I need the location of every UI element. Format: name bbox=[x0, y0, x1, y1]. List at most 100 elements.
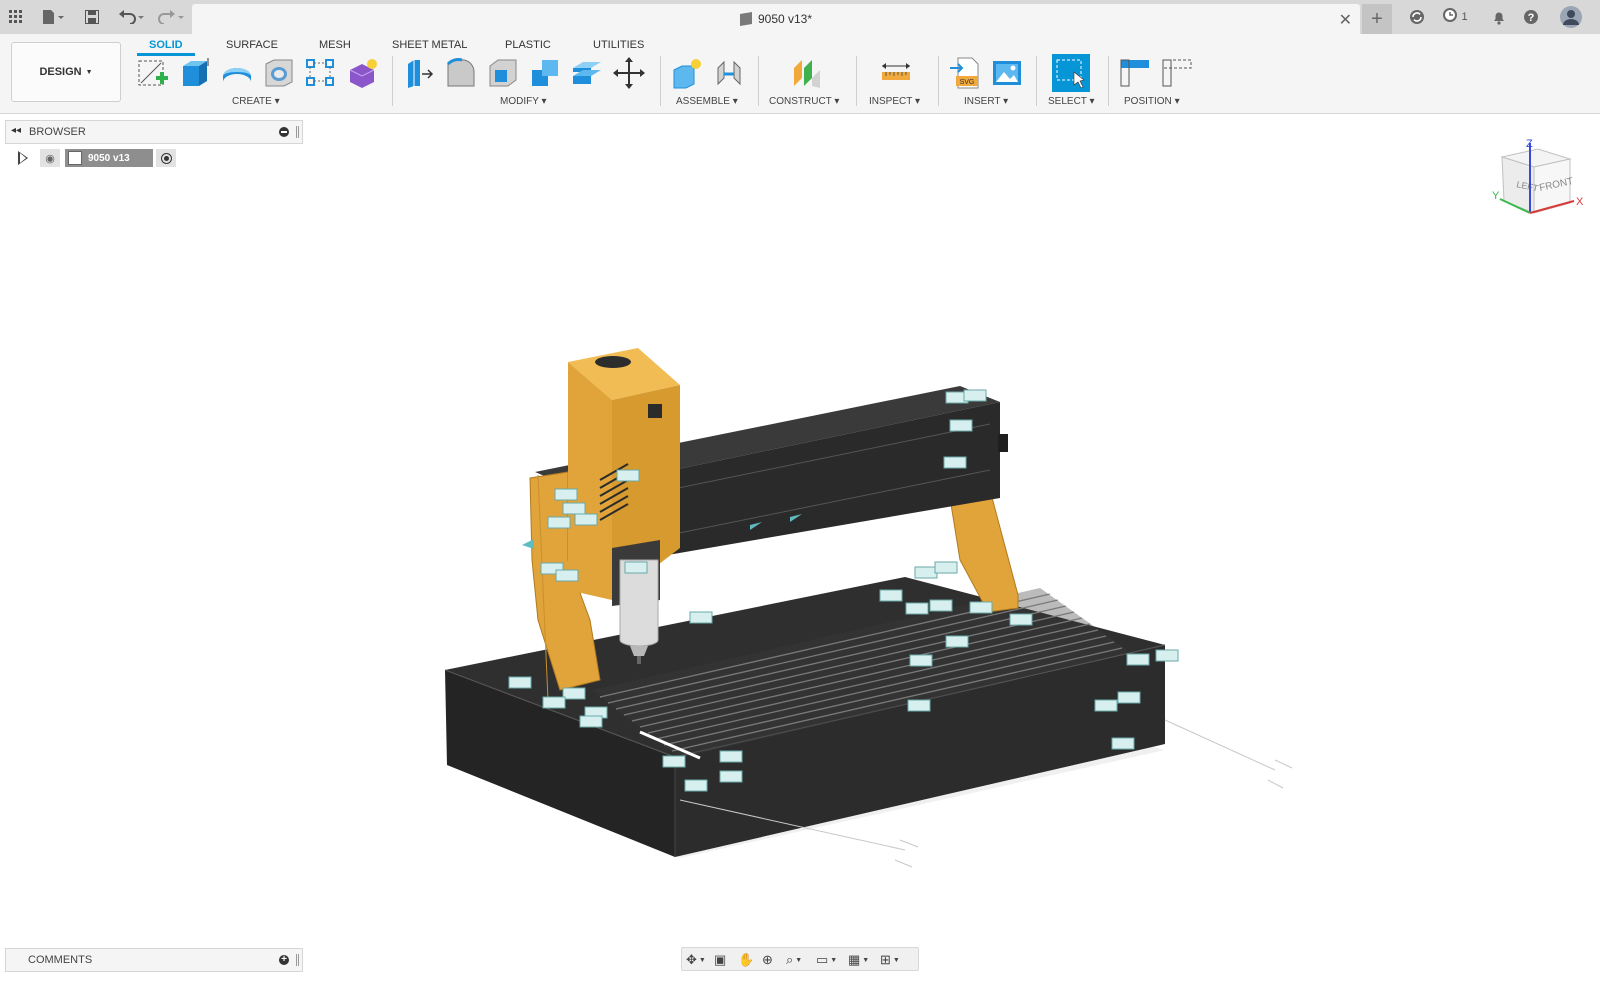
file-icon[interactable] bbox=[38, 6, 68, 28]
press-pull-icon[interactable] bbox=[402, 56, 436, 90]
orbit-icon[interactable]: ✥ ▼ bbox=[686, 951, 706, 969]
bell-icon[interactable] bbox=[1488, 6, 1510, 28]
minimize-panel-icon[interactable] bbox=[279, 127, 289, 137]
spindle-fan bbox=[595, 356, 631, 368]
create-sketch-icon[interactable] bbox=[136, 56, 170, 90]
app-grid-icon[interactable] bbox=[6, 6, 26, 28]
clock-icon bbox=[1442, 7, 1458, 27]
help-icon[interactable]: ? bbox=[1520, 6, 1542, 28]
group-assemble-label: ASSEMBLE bbox=[676, 96, 730, 107]
cnc-machine-model[interactable] bbox=[0, 114, 1600, 944]
extrude-icon[interactable] bbox=[178, 56, 212, 90]
toolbar-divider bbox=[758, 56, 759, 106]
toolbar-divider bbox=[1108, 56, 1109, 106]
capture-position-icon[interactable] bbox=[1118, 56, 1152, 90]
visibility-eye-icon[interactable]: ◉ bbox=[40, 149, 60, 167]
root-component-label: 9050 v13 bbox=[88, 152, 130, 164]
group-insert-label: INSERT bbox=[964, 96, 1001, 107]
toolbar-divider bbox=[938, 56, 939, 106]
zoom-icon[interactable]: ⊕ bbox=[762, 951, 773, 969]
display-settings-icon[interactable]: ▭ ▼ bbox=[816, 951, 837, 969]
root-component[interactable]: 9050 v13 bbox=[65, 149, 153, 167]
y-axis-label: Y bbox=[1492, 190, 1500, 202]
tab-plastic[interactable]: PLASTIC bbox=[505, 36, 551, 54]
create-form-icon[interactable] bbox=[346, 56, 380, 90]
offset-face-icon[interactable] bbox=[570, 56, 604, 90]
new-component-icon[interactable] bbox=[670, 56, 704, 90]
workspace-label: DESIGN bbox=[39, 66, 82, 78]
offset-plane-icon[interactable] bbox=[790, 56, 824, 90]
select-icon[interactable] bbox=[1052, 54, 1090, 92]
group-inspect[interactable]: INSPECT ▾ bbox=[869, 96, 920, 107]
z-axis-label: Z bbox=[1526, 138, 1533, 150]
hole-icon[interactable] bbox=[262, 56, 296, 90]
insert-canvas-icon[interactable] bbox=[990, 56, 1024, 90]
measure-icon[interactable] bbox=[879, 56, 913, 90]
jobs-status[interactable]: 1 bbox=[1438, 6, 1472, 28]
group-construct-label: CONSTRUCT bbox=[769, 96, 832, 107]
revert-position-icon[interactable] bbox=[1160, 56, 1194, 90]
group-insert[interactable]: INSERT ▾ bbox=[964, 96, 1008, 107]
panel-grip-icon[interactable] bbox=[296, 126, 299, 138]
new-tab-button[interactable]: + bbox=[1362, 4, 1392, 34]
group-position-label: POSITION bbox=[1124, 96, 1172, 107]
document-tab[interactable]: 9050 v13* ✕ bbox=[192, 4, 1360, 34]
plus-icon: + bbox=[1371, 7, 1383, 30]
workspace-switcher[interactable]: DESIGN ▼ bbox=[11, 42, 121, 102]
tab-surface[interactable]: SURFACE bbox=[226, 36, 278, 54]
revolve-icon[interactable] bbox=[220, 56, 254, 90]
group-create[interactable]: CREATE ▾ bbox=[232, 96, 280, 107]
comments-title: COMMENTS bbox=[28, 954, 93, 966]
spindle-tool bbox=[637, 656, 641, 664]
joint-icon[interactable] bbox=[712, 56, 746, 90]
shell-icon[interactable] bbox=[486, 56, 520, 90]
jobs-count: 1 bbox=[1461, 11, 1468, 23]
undo-icon[interactable] bbox=[116, 6, 146, 28]
expand-triangle-icon[interactable] bbox=[18, 151, 28, 165]
add-comment-icon[interactable]: + bbox=[279, 955, 289, 965]
grid-icon[interactable]: ▦ ▼ bbox=[848, 951, 869, 969]
redo-icon[interactable] bbox=[156, 6, 186, 28]
beam-endcap bbox=[998, 434, 1008, 452]
group-construct[interactable]: CONSTRUCT ▾ bbox=[769, 96, 839, 107]
view-cube[interactable]: LEFT FRONT Z X Y bbox=[1490, 135, 1586, 235]
collapse-panel-icon[interactable]: ◂◂ bbox=[11, 125, 21, 136]
browser-title: BROWSER bbox=[29, 126, 86, 138]
component-icon bbox=[68, 151, 82, 165]
chevron-down-icon: ▼ bbox=[85, 68, 93, 76]
spindle-housing-left bbox=[568, 362, 612, 600]
axis-marker bbox=[522, 539, 534, 549]
save-icon[interactable] bbox=[82, 6, 102, 28]
viewports-icon[interactable]: ⊞ ▼ bbox=[880, 951, 900, 969]
group-assemble[interactable]: ASSEMBLE ▾ bbox=[676, 96, 738, 107]
tab-solid[interactable]: SOLID bbox=[149, 36, 183, 54]
user-avatar-icon[interactable] bbox=[1558, 6, 1584, 28]
housing-badge bbox=[648, 404, 662, 418]
refresh-icon[interactable] bbox=[1406, 6, 1428, 28]
3d-viewport[interactable] bbox=[0, 114, 1600, 944]
group-inspect-label: INSPECT bbox=[869, 96, 913, 107]
browser-root-item[interactable]: ◉ 9050 v13 bbox=[18, 149, 183, 167]
pan-icon[interactable]: ✋ bbox=[738, 951, 754, 969]
panel-grip-icon[interactable] bbox=[296, 954, 299, 966]
toolbar-divider bbox=[660, 56, 661, 106]
comments-panel-header: COMMENTS + bbox=[5, 948, 303, 972]
fillet-icon[interactable] bbox=[444, 56, 478, 90]
tab-mesh[interactable]: MESH bbox=[319, 36, 351, 54]
pattern-icon[interactable] bbox=[304, 56, 338, 90]
tab-utilities[interactable]: UTILITIES bbox=[593, 36, 644, 54]
group-position[interactable]: POSITION ▾ bbox=[1124, 96, 1180, 107]
fit-icon[interactable]: ⌕ ▼ bbox=[786, 951, 802, 969]
toolbar-divider bbox=[856, 56, 857, 106]
activate-radio-icon[interactable] bbox=[156, 149, 176, 167]
look-at-icon[interactable]: ▣ bbox=[714, 951, 726, 969]
move-icon[interactable] bbox=[612, 56, 646, 90]
x-axis-label: X bbox=[1576, 196, 1584, 208]
close-icon[interactable]: ✕ bbox=[1339, 10, 1352, 30]
insert-svg-icon[interactable]: SVG bbox=[948, 56, 982, 90]
ribbon-toolbar: DESIGN ▼ SOLID SURFACE MESH SHEET METAL … bbox=[0, 34, 1600, 114]
tab-sheet-metal[interactable]: SHEET METAL bbox=[392, 36, 467, 54]
group-modify[interactable]: MODIFY ▾ bbox=[500, 96, 547, 107]
group-select[interactable]: SELECT ▾ bbox=[1048, 96, 1095, 107]
combine-icon[interactable] bbox=[528, 56, 562, 90]
